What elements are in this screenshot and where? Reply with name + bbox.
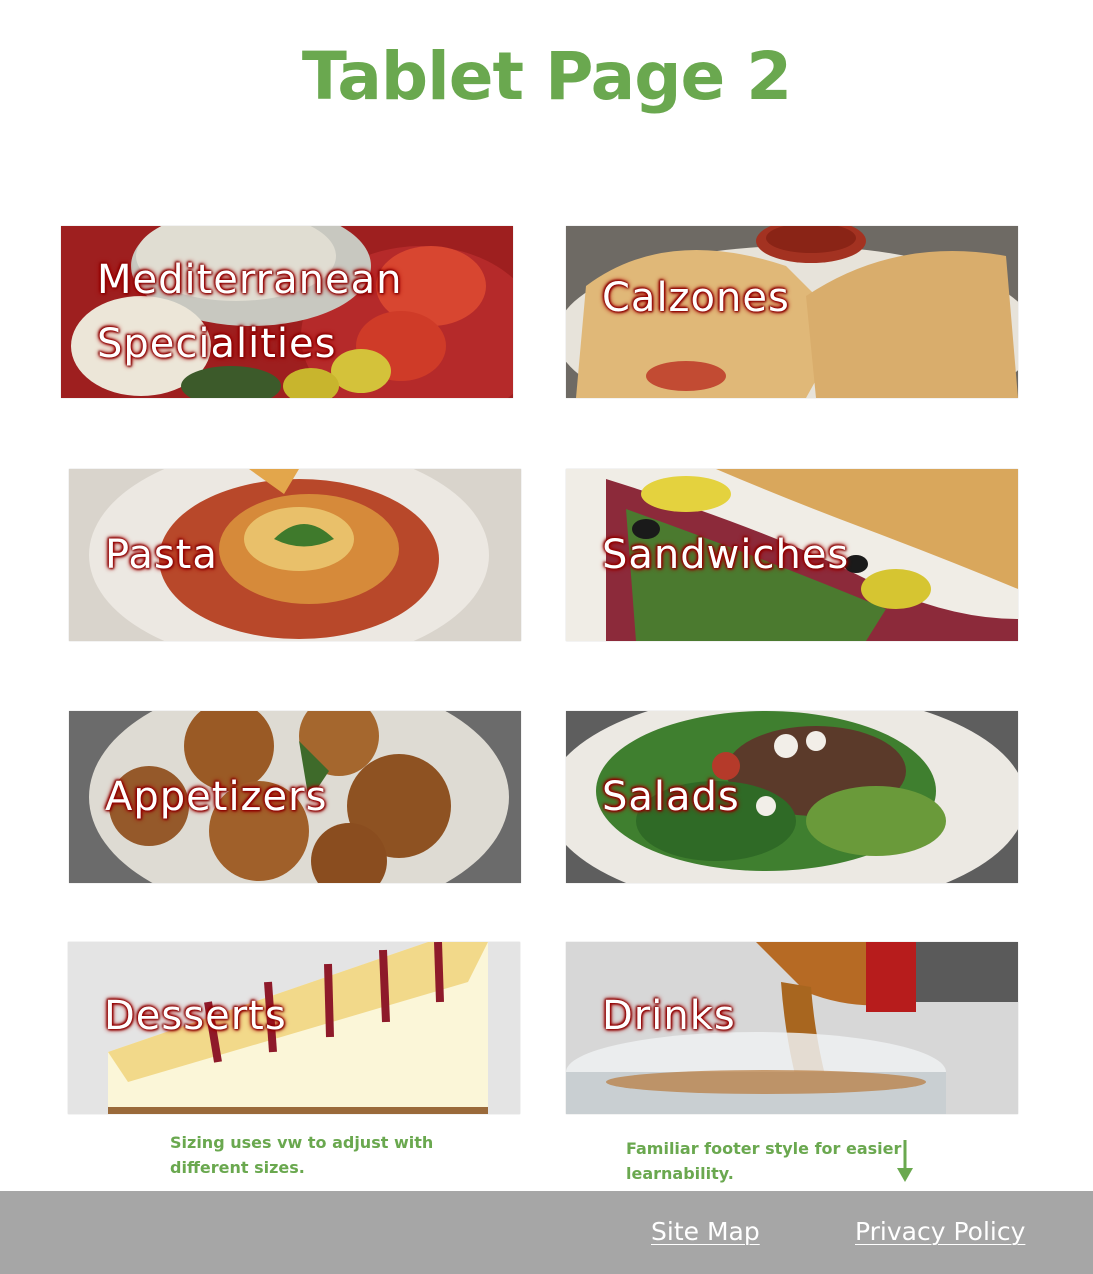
sizing-note: Sizing uses vw to adjust with different …: [170, 1133, 434, 1177]
menu-tile-mediterranean[interactable]: Mediterranean Specialities: [61, 226, 513, 398]
tile-label: Salads: [602, 774, 740, 820]
privacy-policy-link[interactable]: Privacy Policy: [855, 1217, 1025, 1246]
tablet-page: Tablet Page 2 Mediterranean Specialities: [0, 0, 1093, 1274]
tile-label: Appetizers: [105, 774, 328, 820]
menu-tile-desserts[interactable]: Desserts: [68, 942, 520, 1114]
menu-tile-appetizers[interactable]: Appetizers: [69, 711, 521, 883]
footer: Site Map Privacy Policy: [0, 1191, 1093, 1274]
menu-tile-drinks[interactable]: Drinks: [566, 942, 1018, 1114]
arrow-down-icon: [897, 1140, 913, 1182]
footer-note: Familiar footer style for easier learnab…: [626, 1139, 902, 1183]
tile-label: Drinks: [602, 993, 736, 1039]
tile-label: Pasta: [105, 532, 218, 578]
site-map-link[interactable]: Site Map: [651, 1217, 760, 1246]
menu-tile-sandwiches[interactable]: Sandwiches: [566, 469, 1018, 641]
tile-label: Desserts: [104, 993, 287, 1039]
page-title: Tablet Page 2: [301, 38, 792, 115]
tile-label: Sandwiches: [602, 532, 850, 578]
menu-tile-salads[interactable]: Salads: [566, 711, 1018, 883]
menu-tile-calzones[interactable]: Calzones: [566, 226, 1018, 398]
tile-label: Calzones: [602, 275, 790, 321]
menu-tile-pasta[interactable]: Pasta: [69, 469, 521, 641]
tile-label: Mediterranean Specialities: [97, 257, 403, 367]
